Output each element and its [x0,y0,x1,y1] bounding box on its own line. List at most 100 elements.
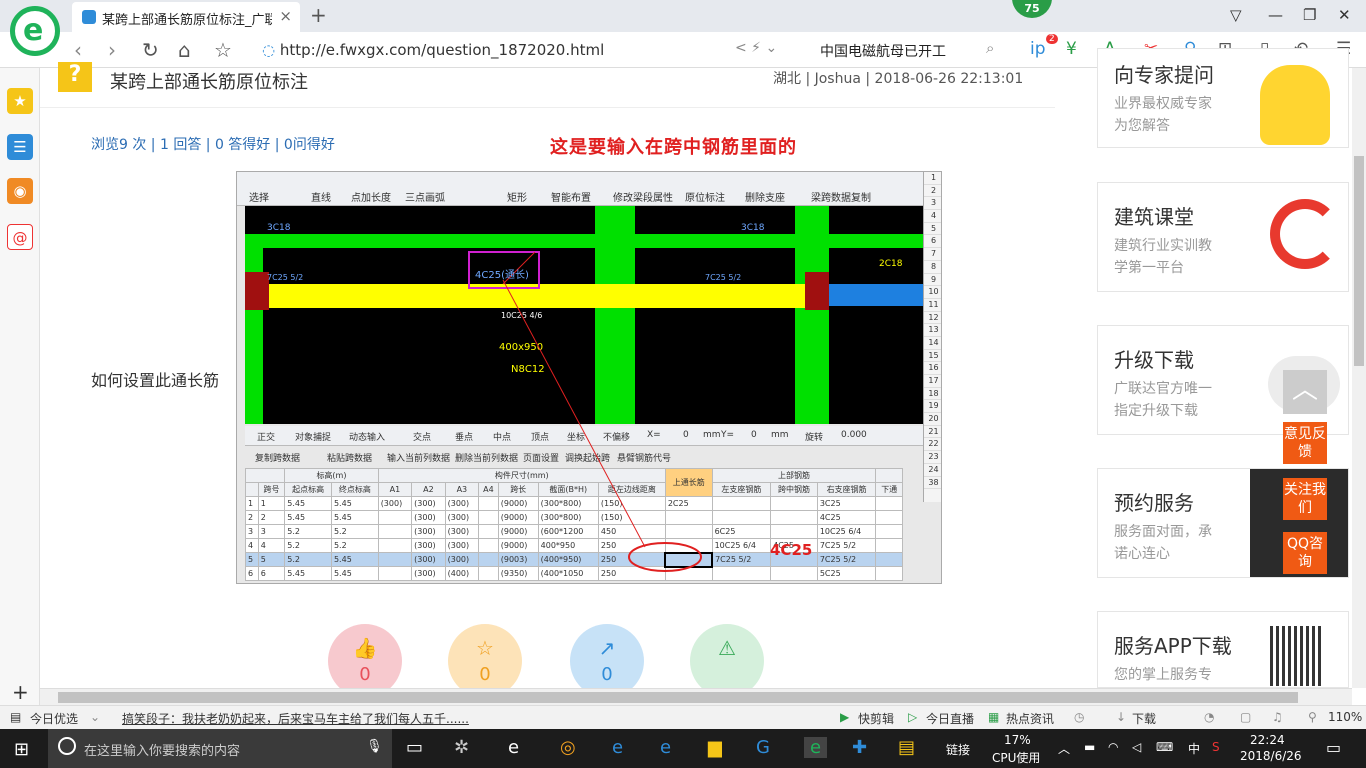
news-ticker[interactable]: 搞笑段子：我扶老奶奶起来，后来宝马车主给了我们每人五千...... [122,710,469,727]
task-view-icon[interactable]: ▭ [406,737,423,758]
windows-start-icon[interactable]: ⊞ [14,739,29,760]
clean-icon[interactable]: ◔ [1204,710,1214,724]
clock-date[interactable]: 2018/6/26 [1240,749,1302,763]
volume-icon[interactable]: ♫ [1272,710,1283,724]
zoom-level[interactable]: 110% [1328,710,1362,724]
taskbar-search-placeholder: 在这里输入你要搜索的内容 [84,744,241,759]
question-title: 某跨上部通长筋原位标注 [110,72,308,93]
file-explorer-icon[interactable]: ▆ [708,737,722,758]
add-sidebar-icon[interactable]: + [12,680,29,704]
ime-label[interactable]: 中 [1188,740,1200,757]
tab-close-icon[interactable]: × [279,7,292,25]
today-pick-icon[interactable]: ▤ [10,710,21,724]
skin-icon[interactable]: ▽ [1230,6,1242,24]
downloads[interactable]: 下载 [1132,710,1156,727]
search-input[interactable]: 中国电磁航母已开工 [820,41,946,61]
thumb-up-action-button[interactable]: 👍 0 [328,624,402,698]
qr-code-icon [1270,626,1322,686]
new-tab-button[interactable]: + [310,3,327,27]
ad-subtitle: 建筑行业实训教 [1114,238,1212,254]
extension-badge[interactable]: 75 [1012,0,1052,18]
restore-button[interactable]: ❐ [1303,6,1316,24]
url-input[interactable]: ◌ http://e.fwxgx.com/question_1872020.ht… [262,41,604,59]
hot-news[interactable]: 热点资讯 [1006,710,1054,727]
wifi-icon[interactable]: ◠ [1108,740,1118,754]
ad-ask-expert[interactable]: 向专家提问 业界最权威专家 为您解答 [1097,48,1349,148]
quick-clip[interactable]: 快剪辑 [858,710,894,727]
share-icon[interactable]: < ⚡ ⌄ [735,40,777,56]
app-plus-icon[interactable]: ✚ [852,737,867,758]
ad-subtitle: 诺心连心 [1114,546,1170,562]
keyboard-icon[interactable]: ⌨ [1156,740,1173,754]
thumb-up-icon: 👍 [352,636,378,660]
network-icon[interactable]: ▬ [1084,740,1095,754]
window-icon[interactable]: ▢ [1240,710,1251,724]
annotation-value: 4C25 [770,541,813,559]
today-pick[interactable]: 今日优选 [30,710,78,727]
bookmark-star-icon[interactable]: ☆ [214,38,232,62]
ad-title: 建筑课堂 [1114,205,1194,229]
weibo-icon[interactable]: ◉ [7,178,33,204]
shield-icon[interactable]: ¥ [1066,39,1077,59]
ad-building-class[interactable]: 建筑课堂 建筑行业实训教 学第一平台 [1097,182,1349,292]
tray-link[interactable]: 链接 [946,741,970,758]
speaker-icon[interactable]: ◁ [1132,740,1141,754]
live-icon[interactable]: ▷ [908,710,917,724]
browser-logo-icon[interactable]: e [10,6,60,56]
close-window-button[interactable]: ✕ [1338,6,1351,24]
quick-clip-icon[interactable]: ▶ [840,710,849,724]
clock-time[interactable]: 22:24 [1250,733,1285,747]
ad-title: 预约服务 [1114,491,1194,515]
download-icon[interactable]: ↓ [1116,710,1126,724]
feedback-button[interactable]: 意见反馈 [1283,422,1327,464]
microphone-icon[interactable]: 🎙 [366,739,383,754]
today-live[interactable]: 今日直播 [926,710,974,727]
horizontal-scrollbar[interactable] [40,688,1352,705]
news-icon[interactable]: ▦ [988,710,999,724]
reading-list-icon[interactable]: ☰ [7,134,33,160]
star-action-button[interactable]: ☆ 0 [448,624,522,698]
question-stats[interactable]: 浏览9 次 | 1 回答 | 0 答得好 | 0问得好 [91,134,335,154]
browser-status-bar: ▤ 今日优选 ⌄ 搞笑段子：我扶老奶奶起来，后来宝马车主给了我们每人五千....… [0,705,1366,729]
search-icon[interactable]: ⌕ [986,39,994,57]
report-action-button[interactable]: ⚠ [690,624,764,698]
ad-subtitle: 为您解答 [1114,118,1170,134]
share-action-button[interactable]: ↗ 0 [570,624,644,698]
home-icon[interactable]: ⌂ [178,38,191,62]
favorites-star-icon[interactable]: ★ [7,88,33,114]
qq-consult-button[interactable]: QQ咨询 [1283,532,1327,574]
browser-tab[interactable]: 某跨上部通长筋原位标注_广联达 × [72,2,300,32]
back-icon[interactable]: ‹ [74,38,82,62]
extension-icon[interactable]: ip [1030,39,1046,59]
expert-mascot-icon [1260,65,1330,145]
internet-explorer-icon[interactable]: e [660,737,671,758]
refresh-icon[interactable]: ↻ [142,38,159,62]
email-icon[interactable]: @ [7,224,33,250]
chevron-down-icon[interactable]: ⌄ [90,710,100,724]
notification-icon[interactable]: ▭ [1326,738,1341,757]
vertical-scrollbar[interactable] [1352,68,1366,688]
sogou-icon[interactable]: S [1212,740,1220,754]
speed-icon[interactable]: ◷ [1074,710,1084,724]
fan-app-icon[interactable]: ✲ [454,737,469,758]
vertical-scroll-thumb[interactable] [1354,156,1364,366]
app-notify-icon[interactable]: ◎ [560,737,576,758]
back-to-top-button[interactable]: ︿ [1283,370,1327,414]
question-meta: 湖北 | Joshua | 2018-06-26 22:13:01 [773,71,1024,87]
notes-app-icon[interactable]: ▤ [898,737,915,758]
forward-icon[interactable]: › [108,38,116,62]
ad-app-download[interactable]: 服务APP下载 您的掌上服务专 [1097,611,1349,688]
taskbar-search[interactable]: 在这里输入你要搜索的内容 🎙 [48,729,392,768]
tab-title: 某跨上部通长筋原位标注_广联达 [102,13,272,28]
tray-chevron-up-icon[interactable]: ︿ [1058,740,1070,757]
horizontal-scroll-thumb[interactable] [58,692,1298,703]
minimize-button[interactable]: — [1268,6,1283,24]
glodon-app-icon[interactable]: G [756,737,770,758]
windows-taskbar: ⊞ 在这里输入你要搜索的内容 🎙 ▭ ✲ e ◎ e e ▆ G e ✚ ▤ 链… [0,729,1366,768]
browser-app-icon[interactable]: e [804,737,828,758]
edge-icon[interactable]: e [612,737,623,758]
zoom-icon[interactable]: ⚲ [1308,710,1317,724]
ie-app-icon[interactable]: e [508,737,519,758]
question-body: 如何设置此通长筋 [91,371,220,390]
follow-us-button[interactable]: 关注我们 [1283,478,1327,520]
